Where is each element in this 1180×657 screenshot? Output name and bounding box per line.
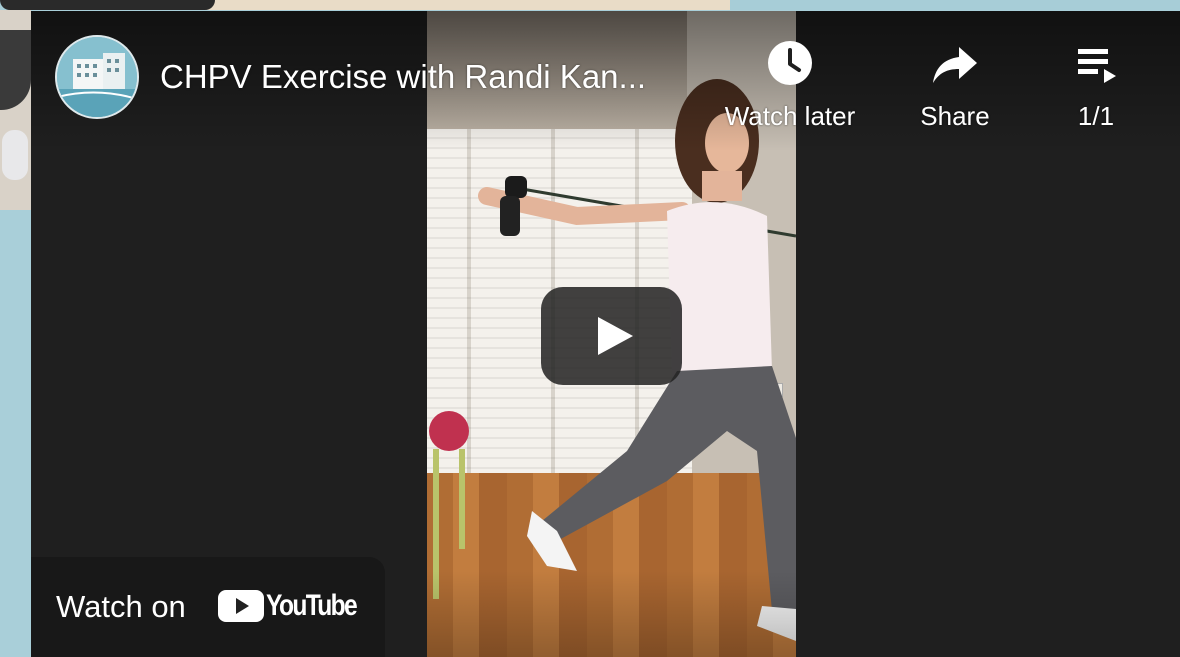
play-button[interactable] (541, 287, 682, 385)
watch-later-button[interactable]: Watch later (715, 39, 865, 131)
clock-icon (768, 41, 812, 85)
background-page-left (0, 10, 31, 210)
background-photo-fragment (2, 130, 28, 180)
scene-bottom-shade (427, 571, 796, 657)
share-label: Share (920, 101, 990, 131)
watch-later-label: Watch later (724, 101, 856, 131)
playlist-button[interactable]: 1/1 (1021, 39, 1171, 131)
youtube-wordmark: YouTube (266, 589, 358, 622)
share-button[interactable]: Share (880, 39, 1030, 131)
background-image-strip (190, 0, 730, 10)
youtube-embed-player[interactable]: CHPV Exercise with Randi Kan... Watch la… (31, 11, 1180, 657)
background-dark-shape (0, 0, 215, 10)
share-arrow-icon (933, 47, 977, 83)
youtube-logo: YouTube (218, 589, 358, 623)
video-title[interactable]: CHPV Exercise with Randi Kan... (160, 57, 690, 97)
play-icon (598, 317, 633, 355)
watch-on-label: Watch on (56, 589, 186, 624)
watch-on-youtube-button[interactable]: Watch on YouTube (31, 557, 385, 657)
youtube-play-icon (218, 590, 264, 622)
playlist-icon (1078, 49, 1116, 83)
background-dark-shape-left (0, 30, 31, 110)
background-page-top (0, 0, 1180, 10)
channel-avatar-image (57, 37, 137, 117)
channel-avatar[interactable] (55, 35, 139, 119)
playlist-position-label: 1/1 (1077, 101, 1115, 131)
